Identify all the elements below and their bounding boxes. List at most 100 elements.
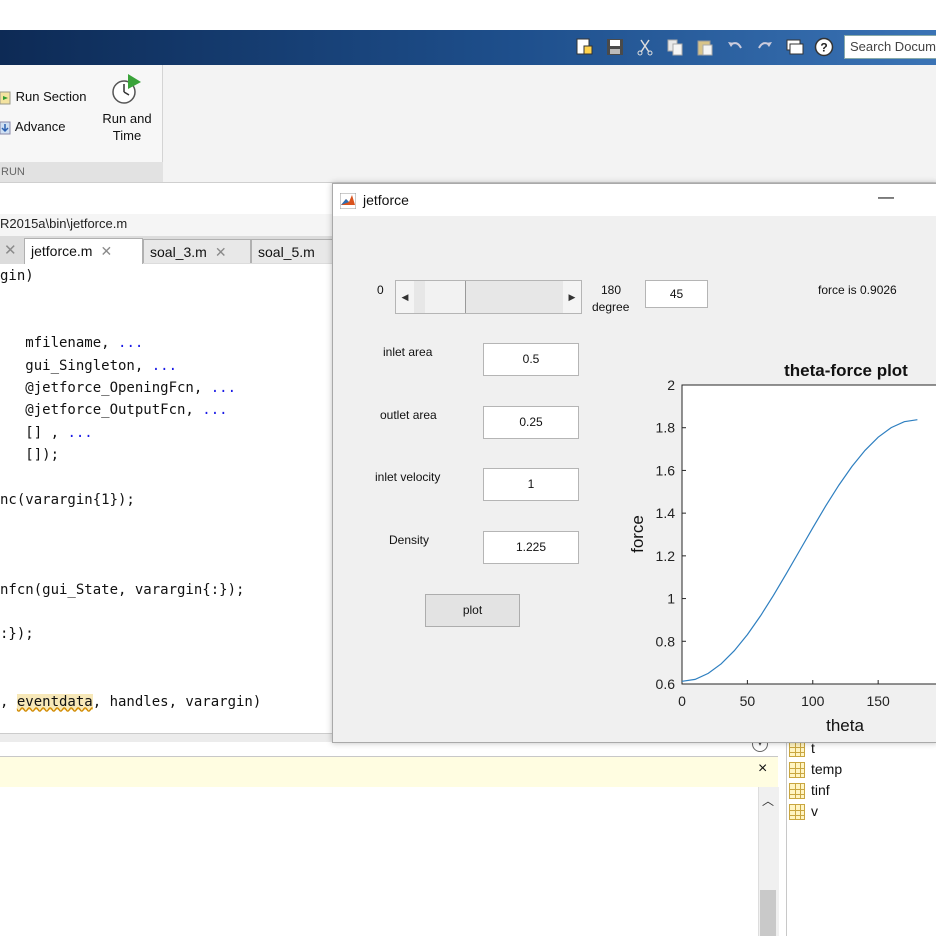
matrix-icon [789, 804, 805, 821]
x-tick-label: 100 [801, 693, 825, 709]
tab-soal-3[interactable]: soal_3.m ✕ [143, 239, 251, 263]
close-icon[interactable]: ✕ [215, 244, 227, 260]
matrix-icon [789, 762, 805, 779]
continuation-dots: ... [118, 335, 144, 352]
inlet-velocity-field[interactable]: 1 [483, 468, 579, 501]
theta-force-chart: theta-force plot 0.6 0.8 1 1.2 1.4 1.6 1.8 2 0 5… [628, 361, 936, 735]
tab-soal-5[interactable]: soal_5.m [251, 239, 334, 263]
inlet-area-label: inlet area [383, 345, 433, 359]
advance-button[interactable]: Advance [0, 119, 66, 135]
help-icon[interactable]: ? [814, 37, 834, 57]
y-tick-label: 1.4 [656, 505, 676, 521]
y-tick-label: 0.8 [656, 633, 676, 649]
variable-name: temp [811, 761, 843, 777]
workspace-variable-v[interactable]: v [789, 803, 818, 823]
code-line: @jetforce_OutputFcn, ... [0, 402, 228, 419]
new-icon[interactable] [574, 37, 594, 57]
y-tick-label: 2 [667, 377, 675, 393]
tab-label: jetforce.m [31, 243, 93, 259]
close-icon[interactable]: × [758, 760, 767, 778]
x-tick-label: 50 [740, 693, 756, 709]
run-and-time-button[interactable]: Run and Time [98, 73, 156, 144]
undo-icon[interactable] [725, 37, 745, 57]
y-tick-label: 1.8 [656, 420, 676, 436]
paste-icon[interactable] [695, 37, 715, 57]
workspace-variable-temp[interactable]: temp [789, 761, 842, 781]
continuation-dots: ... [151, 357, 178, 374]
outlet-area-label: outlet area [380, 408, 437, 422]
continuation-dots: ... [67, 424, 93, 441]
svg-text:?: ? [820, 41, 827, 55]
angle-value-field[interactable]: 45 [645, 280, 708, 308]
search-documentation-input[interactable]: Search Documentation [844, 35, 936, 59]
workspace-variable-t[interactable]: t [789, 740, 815, 760]
slider-right-arrow-icon[interactable]: ▶ [563, 281, 581, 313]
x-axis-label: theta [826, 716, 864, 735]
run-section-icon [0, 91, 11, 105]
plot-button[interactable]: plot [425, 594, 520, 627]
editor-file-path: R2015a\bin\jetforce.m [0, 214, 340, 237]
code-line: nc(varargin{1}); [0, 492, 135, 508]
run-group-label: RUN [0, 162, 163, 182]
variable-name: v [811, 803, 818, 819]
highlighted-token: eventdata [16, 693, 93, 710]
x-tick-label: 0 [678, 693, 686, 709]
angle-slider[interactable]: ◀ ▶ [395, 280, 582, 314]
switch-windows-icon[interactable] [785, 37, 805, 57]
save-icon[interactable] [605, 37, 625, 57]
matrix-icon [789, 741, 805, 758]
code-line: gui_Singleton, ... [0, 357, 178, 374]
slider-min-label: 0 [377, 283, 384, 297]
y-tick-label: 1 [667, 591, 675, 607]
run-and-time-icon [112, 74, 141, 104]
scroll-up-icon[interactable]: ︿ [762, 792, 774, 809]
workspace-variable-tinf[interactable]: tinf [789, 782, 830, 802]
workspace-panel: t temp tinf v [786, 740, 936, 936]
code-editor[interactable]: gin) mfilename, ... gui_Singleton, ... @… [0, 264, 332, 734]
inlet-area-field[interactable]: 0.5 [483, 343, 579, 376]
run-group: Run Section Advance Run and Time RUN [0, 65, 163, 182]
matrix-icon [789, 783, 805, 800]
tab-label: soal_5.m [258, 244, 315, 260]
matlab-icon [340, 193, 356, 209]
code-line: nfcn(gui_State, varargin{:}); [0, 581, 245, 598]
chart-title: theta-force plot [784, 361, 908, 380]
redo-icon[interactable] [755, 37, 775, 57]
advance-label: Advance [14, 119, 66, 134]
continuation-dots: ... [202, 402, 228, 419]
editor-horizontal-scrollbar[interactable] [0, 733, 332, 742]
jetforce-figure-window: jetforce — 0 ◀ ▶ 180 degree 45 force is … [332, 183, 936, 743]
figure-title: jetforce [363, 192, 409, 208]
code-line: @jetforce_OpeningFcn, ... [0, 380, 237, 396]
y-axis-label: force [628, 515, 647, 553]
run-section-label: Run Section [15, 89, 87, 104]
density-field[interactable]: 1.225 [483, 531, 579, 564]
code-line: , eventdata, handles, varargin) [0, 693, 262, 710]
editor-tab-bar: ✕ jetforce.m ✕ soal_3.m ✕ soal_5.m [0, 236, 334, 265]
scrollbar-thumb[interactable] [760, 890, 776, 936]
slider-left-arrow-icon[interactable]: ◀ [396, 281, 414, 313]
y-tick-label: 0.6 [656, 676, 676, 692]
cut-icon[interactable] [635, 37, 655, 57]
tab-jetforce[interactable]: jetforce.m ✕ [24, 238, 143, 264]
density-label: Density [389, 533, 430, 547]
force-result-text: force is 0.9026 [818, 283, 897, 297]
outlet-area-field[interactable]: 0.25 [483, 406, 579, 439]
slider-max-label: 180 [601, 283, 622, 297]
inlet-velocity-label: inlet velocity [375, 470, 441, 484]
title-bar: ? [0, 30, 936, 65]
figure-title-bar: jetforce — [333, 184, 936, 216]
code-line: gin) [0, 268, 34, 284]
run-section-button[interactable]: Run Section [0, 89, 86, 105]
command-window[interactable] [0, 787, 758, 936]
y-tick-label: 1.6 [656, 462, 676, 478]
slider-unit-label: degree [592, 300, 630, 314]
y-axis: 0.6 0.8 1 1.2 1.4 1.6 1.8 2 [656, 377, 686, 692]
slider-thumb[interactable] [425, 281, 466, 313]
previous-tab-close-icon[interactable]: ✕ [4, 241, 17, 259]
close-icon[interactable]: ✕ [100, 243, 112, 259]
minimize-button[interactable]: — [878, 189, 894, 207]
x-tick-label: 150 [866, 693, 890, 709]
copy-icon[interactable] [665, 37, 685, 57]
y-tick-label: 1.2 [656, 548, 676, 564]
